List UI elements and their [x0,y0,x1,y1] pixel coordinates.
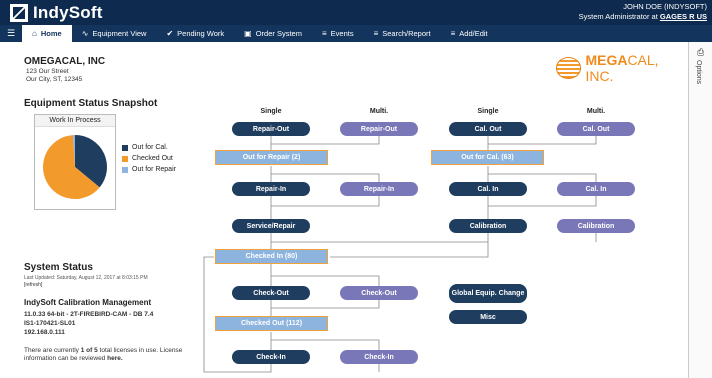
bag-icon: ▣ [244,29,252,38]
logo-mark-icon [10,3,28,22]
list-icon: ≡ [450,29,456,38]
user-role: System Administrator at [578,12,658,21]
printer-icon[interactable]: ⎙ [697,47,704,58]
repair-out-multi-button[interactable]: Repair-Out [340,122,418,136]
indysoft-logo[interactable]: IndySoft [10,3,103,22]
checked-out-bucket[interactable]: Checked Out (112) [215,316,328,331]
nav-events-label: Events [330,29,354,38]
workflow-diagram: Single Multi. Single Multi. Repair-Out R… [8,42,688,378]
check-icon: ✔ [166,29,174,38]
out-for-repair-bucket[interactable]: Out for Repair (2) [215,150,328,165]
user-info: JOHN DOE (INDYSOFT) System Administrator… [579,2,707,22]
app-name: IndySoft [33,2,103,22]
repair-in-multi-button[interactable]: Repair-In [340,182,418,196]
col-head-single: Single [477,108,499,115]
nav-events[interactable]: ≡ Events [312,25,364,42]
out-for-cal-bucket[interactable]: Out for Cal. (63) [431,150,544,165]
nav-equipment-view-label: Equipment View [92,29,147,38]
user-name: JOHN DOE (INDYSOFT) [623,2,707,11]
repair-in-button[interactable]: Repair-In [232,182,310,196]
list-icon: ≡ [321,29,327,38]
hamburger-menu-icon[interactable]: ☰ [0,28,22,39]
calibration-button[interactable]: Calibration [449,219,527,233]
nav-home[interactable]: ⌂ Home [22,25,72,42]
nav-add-edit-label: Add/Edit [459,29,488,38]
pulse-icon: ∿ [81,29,89,38]
nav-pending-work-label: Pending Work [177,29,225,38]
cal-in-button[interactable]: Cal. In [449,182,527,196]
main-content: OMEGACAL, INC 123 Our Street Our City, S… [8,42,688,378]
calibration-multi-button[interactable]: Calibration [557,219,635,233]
check-out-multi-button[interactable]: Check-Out [340,286,418,300]
col-head-multi: Multi. [369,108,389,115]
home-icon: ⌂ [32,29,37,38]
list-icon: ≡ [373,29,379,38]
col-head-multi: Multi. [586,108,606,115]
cal-in-multi-button[interactable]: Cal. In [557,182,635,196]
check-in-multi-button[interactable]: Check-In [340,350,418,364]
cal-out-multi-button[interactable]: Cal. Out [557,122,635,136]
nav-order-system[interactable]: ▣ Order System [234,25,312,42]
nav-home-label: Home [40,29,62,38]
top-bar: IndySoft JOHN DOE (INDYSOFT) System Admi… [0,0,712,25]
nav-search-report-label: Search/Report [382,29,431,38]
col-head-single: Single [260,108,282,115]
options-label[interactable]: Options [695,60,702,84]
options-rail[interactable]: ⎙ Options [688,42,712,378]
repair-out-button[interactable]: Repair-Out [232,122,310,136]
main-nav: ☰ ⌂ Home ∿ Equipment View ✔ Pending Work… [0,25,712,42]
service-repair-button[interactable]: Service/Repair [232,219,310,233]
global-equip-change-button[interactable]: Global Equip. Change [449,284,527,303]
checked-in-bucket[interactable]: Checked In (80) [215,249,328,264]
check-in-button[interactable]: Check-In [232,350,310,364]
nav-equipment-view[interactable]: ∿ Equipment View [72,25,157,42]
nav-pending-work[interactable]: ✔ Pending Work [156,25,234,42]
workflow-connectors [203,136,597,373]
cal-out-button[interactable]: Cal. Out [449,122,527,136]
nav-search-report[interactable]: ≡ Search/Report [364,25,441,42]
org-link[interactable]: GAGES R US [660,12,707,21]
check-out-button[interactable]: Check-Out [232,286,310,300]
nav-order-system-label: Order System [255,29,302,38]
misc-button[interactable]: Misc [449,310,527,324]
nav-add-edit[interactable]: ≡ Add/Edit [441,25,498,42]
